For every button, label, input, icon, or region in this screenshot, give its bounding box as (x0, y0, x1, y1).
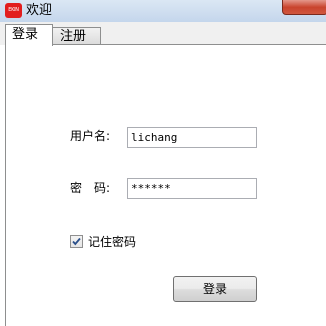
title-bar[interactable]: EKIN 欢迎 (0, 0, 326, 23)
username-input[interactable]: lichang (127, 127, 257, 148)
checkmark-icon (72, 237, 81, 246)
login-button[interactable]: 登录 (173, 276, 257, 302)
remember-password-checkbox[interactable] (70, 235, 83, 248)
password-label: 密 码: (70, 181, 111, 195)
remember-password-label[interactable]: 记住密码 (88, 234, 136, 250)
app-logo-icon: EKIN (5, 3, 22, 18)
tab-register[interactable]: 注册 (53, 27, 101, 45)
login-window: EKIN 欢迎 登录 注册 用户名: lichang 密 码: ****** 记… (0, 0, 326, 326)
password-input[interactable]: ****** (127, 178, 257, 199)
username-label: 用户名: (70, 129, 111, 143)
close-button[interactable] (282, 0, 326, 15)
tab-strip: 登录 注册 (0, 22, 326, 46)
tab-login[interactable]: 登录 (5, 24, 53, 46)
window-title: 欢迎 (26, 3, 53, 18)
